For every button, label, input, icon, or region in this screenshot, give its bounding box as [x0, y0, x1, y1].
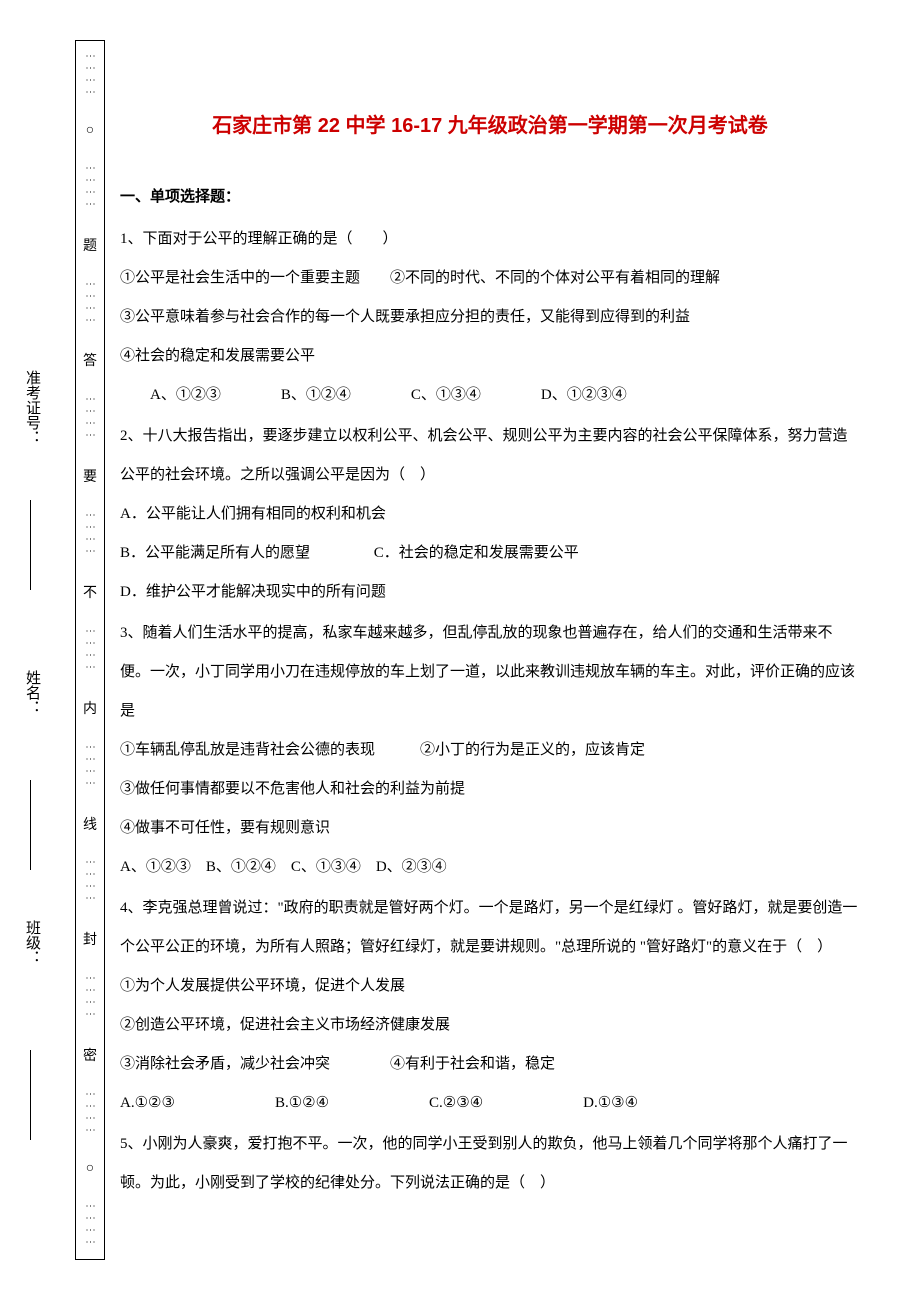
- option-c: C.②③④: [429, 1084, 483, 1123]
- question-statement: ③公平意味着参与社会合作的每一个人既要承担应分担的责任，又能得到应得到的利益: [120, 298, 860, 337]
- question-statement: ①为个人发展提供公平环境，促进个人发展: [120, 967, 860, 1006]
- binding-circle-icon: ○: [86, 1161, 94, 1177]
- question-options: A、①②③ B、①②④ C、①③④ D、①②③④: [120, 376, 860, 415]
- binding-strip: ⋮⋮⋮⋮ ○ ⋮⋮⋮⋮ 密 ⋮⋮⋮⋮ 封 ⋮⋮⋮⋮ 线 ⋮⋮⋮⋮ 内 ⋮⋮⋮⋮ …: [75, 40, 105, 1260]
- exam-title: 石家庄市第 22 中学 16-17 九年级政治第一学期第一次月考试卷: [120, 100, 860, 152]
- question-1: 1、下面对于公平的理解正确的是（ ） ①公平是社会生活中的一个重要主题 ②不同的…: [120, 220, 860, 415]
- binding-circle-icon: ○: [86, 123, 94, 139]
- binding-dots: ⋮⋮⋮⋮: [85, 857, 96, 905]
- question-statement: ②创造公平环境，促进社会主义市场经济健康发展: [120, 1006, 860, 1045]
- binding-char: 不: [83, 582, 97, 602]
- question-statement: ④做事不可任性，要有规则意识: [120, 809, 860, 848]
- class-line: [30, 1050, 31, 1140]
- binding-char: 要: [83, 466, 97, 486]
- question-stem: 3、随着人们生活水平的提高，私家车越来越多，但乱停乱放的现象也普遍存在，给人们的…: [120, 614, 860, 731]
- name-line: [30, 780, 31, 870]
- binding-dots: ⋮⋮⋮⋮: [85, 1089, 96, 1137]
- option-c: C．社会的稳定和发展需要公平: [374, 545, 579, 561]
- binding-dots: ⋮⋮⋮⋮: [85, 279, 96, 327]
- name-label: 姓名：: [22, 670, 43, 715]
- question-stem: 1、下面对于公平的理解正确的是（ ）: [120, 220, 860, 259]
- binding-dots: ⋮⋮⋮⋮: [85, 51, 96, 99]
- question-statement: ③做任何事情都要以不危害他人和社会的利益为前提: [120, 770, 860, 809]
- question-statement: ④社会的稳定和发展需要公平: [120, 337, 860, 376]
- question-statement: ①公平是社会生活中的一个重要主题 ②不同的时代、不同的个体对公平有着相同的理解: [120, 259, 860, 298]
- option-a: A．公平能让人们拥有相同的权利和机会: [120, 495, 860, 534]
- binding-dots: ⋮⋮⋮⋮: [85, 510, 96, 558]
- binding-char: 密: [83, 1045, 97, 1065]
- option-c: C、①③④: [411, 376, 481, 415]
- binding-char: 线: [83, 814, 97, 834]
- option-d: D.①③④: [583, 1084, 638, 1123]
- option-b: B、①②④: [281, 376, 351, 415]
- option-row: B．公平能满足所有人的愿望 C．社会的稳定和发展需要公平: [120, 534, 860, 573]
- exam-number-line: [30, 500, 31, 590]
- option-d: D、①②③④: [541, 376, 627, 415]
- section-header: 一、单项选择题：: [120, 177, 860, 216]
- left-margin: 班级： 姓名： 准考证号：: [0, 0, 75, 1302]
- option-b: B.①②④: [275, 1084, 329, 1123]
- binding-dots: ⋮⋮⋮⋮: [85, 394, 96, 442]
- question-stem: 5、小刚为人豪爽，爱打抱不平。一次，他的同学小王受到别人的欺负，他马上领着几个同…: [120, 1125, 860, 1203]
- class-label: 班级：: [22, 920, 43, 965]
- question-statement: ①车辆乱停乱放是违背社会公德的表现 ②小丁的行为是正义的，应该肯定: [120, 731, 860, 770]
- option-a: A.①②③: [120, 1084, 175, 1123]
- binding-dots: ⋮⋮⋮⋮: [85, 163, 96, 211]
- question-5: 5、小刚为人豪爽，爱打抱不平。一次，他的同学小王受到别人的欺负，他马上领着几个同…: [120, 1125, 860, 1203]
- binding-dots: ⋮⋮⋮⋮: [85, 1201, 96, 1249]
- binding-dots: ⋮⋮⋮⋮: [85, 626, 96, 674]
- option-d: D．维护公平才能解决现实中的所有问题: [120, 573, 860, 612]
- binding-char: 内: [83, 698, 97, 718]
- question-4: 4、李克强总理曾说过："政府的职责就是管好两个灯。一个是路灯，另一个是红绿灯 。…: [120, 889, 860, 1123]
- binding-char: 答: [83, 350, 97, 370]
- option-b: B．公平能满足所有人的愿望: [120, 545, 310, 561]
- binding-dots: ⋮⋮⋮⋮: [85, 973, 96, 1021]
- question-2: 2、十八大报告指出，要逐步建立以权利公平、机会公平、规则公平为主要内容的社会公平…: [120, 417, 860, 612]
- question-statement: ③消除社会矛盾，减少社会冲突 ④有利于社会和谐，稳定: [120, 1045, 860, 1084]
- question-options: A、①②③ B、①②④ C、①③④ D、②③④: [120, 848, 860, 887]
- question-stem: 2、十八大报告指出，要逐步建立以权利公平、机会公平、规则公平为主要内容的社会公平…: [120, 417, 860, 495]
- exam-number-label: 准考证号：: [22, 370, 43, 445]
- binding-char: 封: [83, 929, 97, 949]
- exam-content: 石家庄市第 22 中学 16-17 九年级政治第一学期第一次月考试卷 一、单项选…: [120, 100, 890, 1205]
- question-3: 3、随着人们生活水平的提高，私家车越来越多，但乱停乱放的现象也普遍存在，给人们的…: [120, 614, 860, 887]
- option-a: A、①②③: [150, 376, 221, 415]
- binding-dots: ⋮⋮⋮⋮: [85, 742, 96, 790]
- question-stem: 4、李克强总理曾说过："政府的职责就是管好两个灯。一个是路灯，另一个是红绿灯 。…: [120, 889, 860, 967]
- question-options: A.①②③ B.①②④ C.②③④ D.①③④: [120, 1084, 860, 1123]
- binding-char: 题: [83, 235, 97, 255]
